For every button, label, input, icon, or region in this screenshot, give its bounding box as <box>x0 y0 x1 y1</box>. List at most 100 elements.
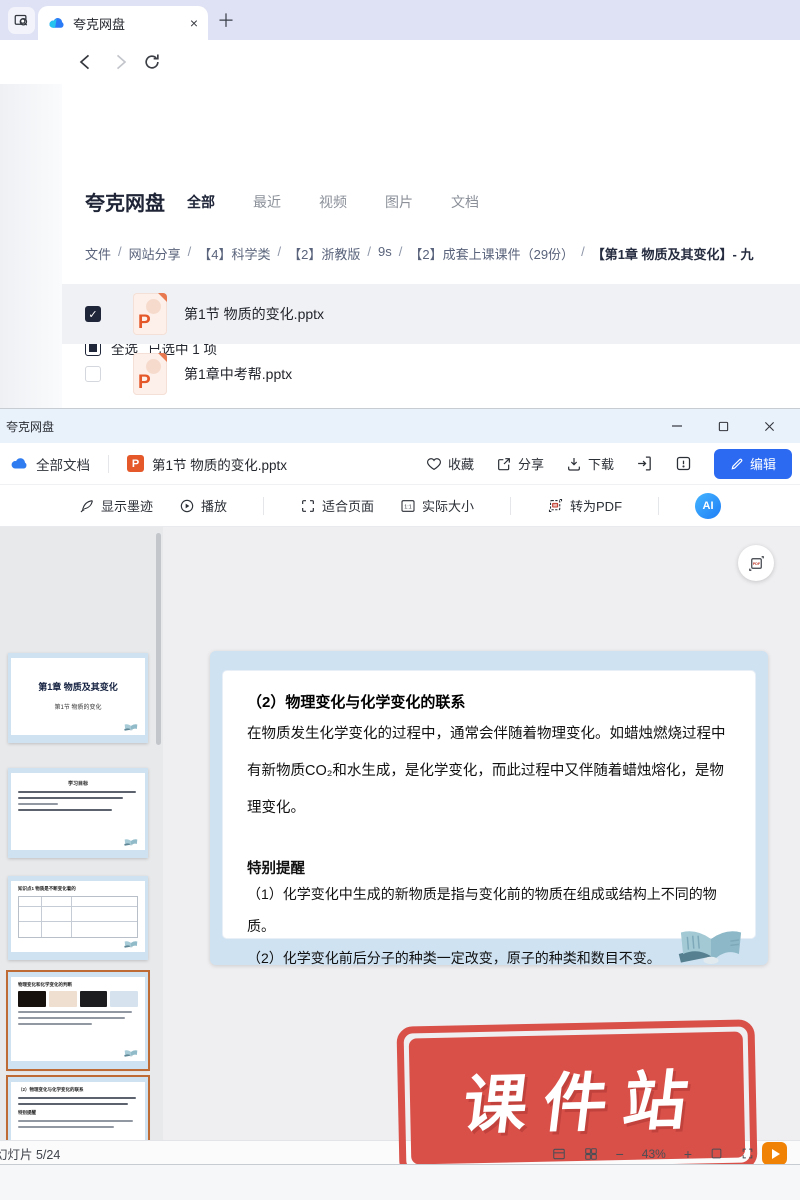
feedback-icon <box>675 455 692 472</box>
favorite-button[interactable]: 收藏 <box>426 454 474 473</box>
slide-thumbnail-5-current[interactable]: （2）物理变化与化学变化的联系 特别提醒 <box>8 1077 148 1140</box>
edit-label: 编辑 <box>750 454 776 473</box>
slide-thumbnail-4[interactable]: 物理变化和化学变化的判断 <box>8 972 148 1069</box>
pencil-icon <box>730 457 744 471</box>
slide-thumbnail-2[interactable]: 学习目标 <box>8 768 148 858</box>
divider <box>108 455 109 473</box>
file-row[interactable]: P 第1章中考帮.pptx <box>62 344 800 404</box>
pptx-badge-icon: P <box>127 455 144 472</box>
zoom-in-button[interactable]: + <box>684 1147 692 1161</box>
maximize-button[interactable] <box>700 409 746 443</box>
share-icon <box>496 456 512 472</box>
back-icon[interactable] <box>76 52 96 72</box>
show-ink-button[interactable]: 显示墨迹 <box>79 496 153 515</box>
slide-heading: （2）物理变化与化学变化的联系 <box>247 691 735 712</box>
convert-to-pdf-button[interactable]: PDF 转为PDF <box>547 496 622 515</box>
feedback-button[interactable] <box>675 455 692 472</box>
mini-table <box>18 896 138 938</box>
file-checkbox-checked[interactable]: ✓ <box>85 306 101 322</box>
tab-all[interactable]: 全部 <box>187 192 215 212</box>
tab-close-icon[interactable]: × <box>190 16 198 30</box>
forward-icon[interactable] <box>110 52 130 72</box>
tab-video[interactable]: 视频 <box>319 192 347 212</box>
drive-content: 夸克网盘 全部 最近 视频 图片 文档 文件/ 网站分享/ 【4】科学类/ 【2… <box>0 84 800 408</box>
zoom-controls: − 43% + <box>552 1141 754 1165</box>
breadcrumb-item[interactable]: 【2】浙教版 <box>288 244 360 263</box>
breadcrumb-item[interactable]: 文件 <box>85 244 111 263</box>
zoom-out-button[interactable]: − <box>616 1147 624 1161</box>
screen: 夸克网盘 × ＋ 夸克网盘 全部 最近 视频 图片 文档 文件 / 网站分享 / 【… <box>0 0 800 1200</box>
new-tab-button[interactable]: ＋ <box>214 8 238 32</box>
stamp-text: 课件站 <box>445 1049 710 1147</box>
mini-slide-frame: 知识点1 物质是不断变化着的 <box>8 876 148 960</box>
breadcrumb-separator: / <box>367 244 371 263</box>
window-controls <box>654 409 792 443</box>
zoom-level: 43% <box>642 1147 666 1161</box>
thumbnail-scrollbar[interactable] <box>156 533 161 745</box>
convert-to-pdf-label: 转为PDF <box>570 496 622 515</box>
document-toolbar: 全部文档 P 第1节 物质的变化.pptx 收藏 分享 下载 <box>0 443 800 485</box>
ai-assistant-button[interactable]: AI <box>695 493 721 519</box>
pdf-convert-floating-button[interactable]: PDF <box>738 545 774 581</box>
cloud-icon <box>10 455 28 473</box>
slide-reminder-item: （2）化学变化前后分子的种类一定改变，原子的种类和数目不变。 <box>247 942 735 974</box>
slide-counter: 幻灯片 5/24 <box>0 1141 60 1165</box>
browser-nav-bar <box>0 40 800 84</box>
tab-doc[interactable]: 文档 <box>451 192 479 212</box>
fit-window-icon[interactable] <box>710 1147 723 1160</box>
browser-tab[interactable]: 夸克网盘 × <box>38 6 208 40</box>
slide-thumbnail-1[interactable]: 第1章 物质及其变化 第1节 物质的变化 <box>8 653 148 743</box>
slide-reminder-title: 特别提醒 <box>247 857 735 878</box>
slide-thumbnail-3[interactable]: 知识点1 物质是不断变化着的 <box>8 876 148 960</box>
minimize-button[interactable] <box>654 409 700 443</box>
tab-recent[interactable]: 最近 <box>253 192 281 212</box>
thumb-title: 知识点1 物质是不断变化着的 <box>18 886 138 892</box>
pptx-letter: P <box>138 373 151 392</box>
breadcrumb-separator: / <box>399 244 403 263</box>
tab-search-button[interactable] <box>8 7 35 34</box>
play-slideshow-button[interactable]: 播放 <box>179 496 227 515</box>
tab-image[interactable]: 图片 <box>385 192 413 212</box>
file-name[interactable]: 第1节 物质的变化.pptx <box>184 304 324 324</box>
all-docs-link[interactable]: 全部文档 <box>36 454 90 474</box>
thumb-title: （2）物理变化与化学变化的联系 <box>18 1087 138 1093</box>
file-name[interactable]: 第1章中考帮.pptx <box>184 364 292 384</box>
breadcrumb-item[interactable]: 【4】科学类 <box>198 244 270 263</box>
window-title-bar[interactable]: 夸克网盘 <box>0 409 800 443</box>
show-ink-label: 显示墨迹 <box>101 496 153 515</box>
preview-window: 夸克网盘 全部文档 P 第1节 物质的变化.pptx 收藏 <box>0 408 800 1165</box>
actual-size-button[interactable]: 1:1 实际大小 <box>400 496 474 515</box>
book-icon <box>122 835 140 846</box>
normal-view-icon[interactable] <box>552 1147 566 1161</box>
document-name: 第1节 物质的变化.pptx <box>152 454 287 474</box>
breadcrumb-separator: / <box>118 244 122 263</box>
fit-page-button[interactable]: 适合页面 <box>300 496 374 515</box>
breadcrumb-item[interactable]: 网站分享 <box>129 244 181 263</box>
actual-size-icon: 1:1 <box>400 498 416 514</box>
save-to-drive-button[interactable] <box>636 455 653 472</box>
slide-text: （2）物理变化与化学变化的联系 在物质发生化学变化的过程中，通常会伴随着物理变化… <box>247 691 735 974</box>
file-row[interactable]: ✓ P 第1节 物质的变化.pptx <box>62 284 800 344</box>
share-button[interactable]: 分享 <box>496 454 544 473</box>
play-circle-icon <box>179 498 195 514</box>
slide-sorter-view-icon[interactable] <box>584 1147 598 1161</box>
floating-play-button[interactable] <box>762 1142 787 1165</box>
quark-logo-icon <box>48 15 65 32</box>
fullscreen-icon[interactable] <box>741 1147 754 1160</box>
experiment-photos <box>18 991 138 1007</box>
breadcrumb-item[interactable]: 9s <box>378 244 392 263</box>
mini-slide-frame: 学习目标 <box>8 768 148 858</box>
fit-page-label: 适合页面 <box>322 496 374 515</box>
download-label: 下载 <box>588 454 614 473</box>
file-checkbox-unchecked[interactable] <box>85 366 101 382</box>
doc-toolbar-left: 全部文档 P 第1节 物质的变化.pptx <box>10 454 287 474</box>
close-window-button[interactable] <box>746 409 792 443</box>
refresh-icon[interactable] <box>142 52 162 72</box>
edit-button[interactable]: 编辑 <box>714 449 792 479</box>
download-button[interactable]: 下载 <box>566 454 614 473</box>
book-icon <box>122 720 140 731</box>
book-icon <box>122 1046 140 1057</box>
breadcrumb-item[interactable]: 【2】成套上课课件（29份） <box>409 244 574 263</box>
slide-thumbnail-panel: 第1章 物质及其变化 第1节 物质的变化 学习目标 <box>0 527 163 1140</box>
thumb-subtitle: 第1节 物质的变化 <box>11 702 145 711</box>
